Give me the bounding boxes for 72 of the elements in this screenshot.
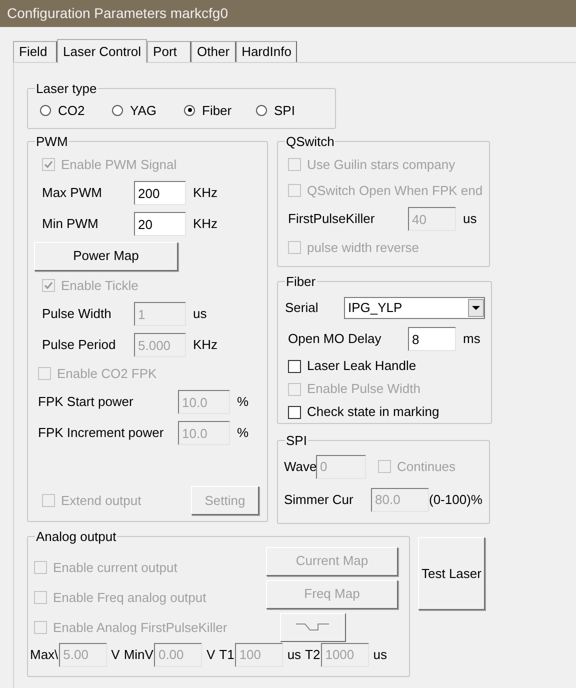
checkbox-label: Extend output bbox=[61, 492, 142, 510]
checkbox-label: Enable Pulse Width bbox=[307, 380, 420, 398]
group-title: Laser type bbox=[35, 80, 98, 98]
field-label: Pulse Period bbox=[42, 336, 117, 354]
checkbox-label: Laser Leak Handle bbox=[307, 357, 416, 376]
unit-label: us bbox=[287, 646, 302, 664]
field-label: Open MO Delay bbox=[288, 330, 382, 348]
step-wave-icon bbox=[296, 623, 330, 631]
radio-label: Fiber bbox=[202, 102, 232, 120]
dropdown-arrow-icon bbox=[472, 306, 480, 310]
checkbox[interactable] bbox=[288, 406, 301, 418]
radio-label: SPI bbox=[274, 102, 295, 120]
push-button[interactable]: Power Map bbox=[34, 242, 178, 270]
radio-button[interactable] bbox=[40, 104, 51, 116]
unit-label: us bbox=[463, 210, 477, 228]
group-title: Fiber bbox=[285, 273, 317, 291]
checkbox[interactable] bbox=[288, 360, 301, 372]
checkbox-label: Continues bbox=[397, 458, 456, 476]
unit-label: % bbox=[237, 424, 249, 442]
unit-label: % bbox=[237, 393, 249, 412]
tab[interactable]: Port bbox=[147, 41, 192, 62]
checkbox-label: QSwitch Open When FPK end bbox=[307, 182, 483, 200]
field-label: Wave bbox=[284, 458, 316, 476]
input-field[interactable]: 8 bbox=[408, 327, 456, 351]
tab[interactable]: Field bbox=[13, 41, 57, 62]
field-label: FPK Start power bbox=[38, 393, 134, 412]
unit-label: KHz bbox=[193, 336, 218, 354]
checkbox-label: Enable Analog FirstPulseKiller bbox=[53, 618, 228, 637]
field-label: T1 bbox=[219, 646, 234, 664]
checkbox-label: Check state in marking bbox=[307, 403, 440, 422]
checkbox-label: Use Guilin stars company bbox=[307, 156, 456, 174]
unit-label: V bbox=[206, 646, 216, 664]
dropdown[interactable]: IPG_YLP bbox=[344, 296, 485, 318]
unit-label: us bbox=[373, 646, 387, 664]
checkbox-label: Enable PWM Signal bbox=[61, 156, 177, 174]
group-title: PWM bbox=[35, 133, 69, 151]
field-label: Min PWM bbox=[42, 215, 100, 234]
field-label: MinV bbox=[124, 646, 154, 664]
window-title: Configuration Parameters markcfg0 bbox=[0, 0, 576, 27]
radio-label: CO2 bbox=[58, 102, 85, 120]
unit-label: (0-100)% bbox=[429, 490, 482, 509]
unit-label: KHz bbox=[193, 215, 218, 234]
radio-button[interactable] bbox=[256, 104, 267, 116]
checkbox-label: Enable Freq analog output bbox=[53, 588, 206, 607]
input-field[interactable]: 20 bbox=[134, 212, 186, 236]
group-title: Analog output bbox=[35, 528, 118, 546]
input-field[interactable]: 200 bbox=[134, 181, 186, 205]
checkbox-label: pulse width reverse bbox=[307, 238, 419, 257]
checkbox-label: Enable current output bbox=[53, 558, 178, 577]
push-button[interactable]: Test Laser bbox=[418, 537, 485, 610]
field-label: T2 bbox=[305, 646, 320, 664]
tab[interactable]: HardInfo bbox=[236, 41, 298, 62]
field-label: Simmer Cur bbox=[284, 490, 354, 509]
group-title: QSwitch bbox=[285, 133, 336, 151]
checkbox-label: Enable CO2 FPK bbox=[57, 364, 157, 383]
field-label: FPK Increment power bbox=[38, 424, 165, 442]
field-label: Max PWM bbox=[42, 184, 103, 202]
field-label: Pulse Width bbox=[42, 305, 112, 324]
unit-label: ms bbox=[463, 330, 480, 348]
radio-button[interactable] bbox=[112, 104, 123, 116]
checkbox-label: Enable Tickle bbox=[61, 276, 138, 295]
unit-label: us bbox=[193, 305, 207, 324]
unit-label: KHz bbox=[193, 184, 218, 202]
radio-button[interactable] bbox=[184, 104, 195, 116]
group-title: SPI bbox=[285, 432, 308, 450]
field-label: FirstPulseKiller bbox=[288, 210, 376, 228]
field-label: Serial bbox=[285, 298, 320, 317]
tab[interactable]: Other bbox=[191, 41, 236, 62]
tab[interactable]: Laser Control bbox=[57, 39, 148, 63]
radio-label: YAG bbox=[130, 102, 156, 120]
unit-label: V bbox=[111, 646, 120, 664]
field-label: Max\ bbox=[30, 646, 58, 664]
